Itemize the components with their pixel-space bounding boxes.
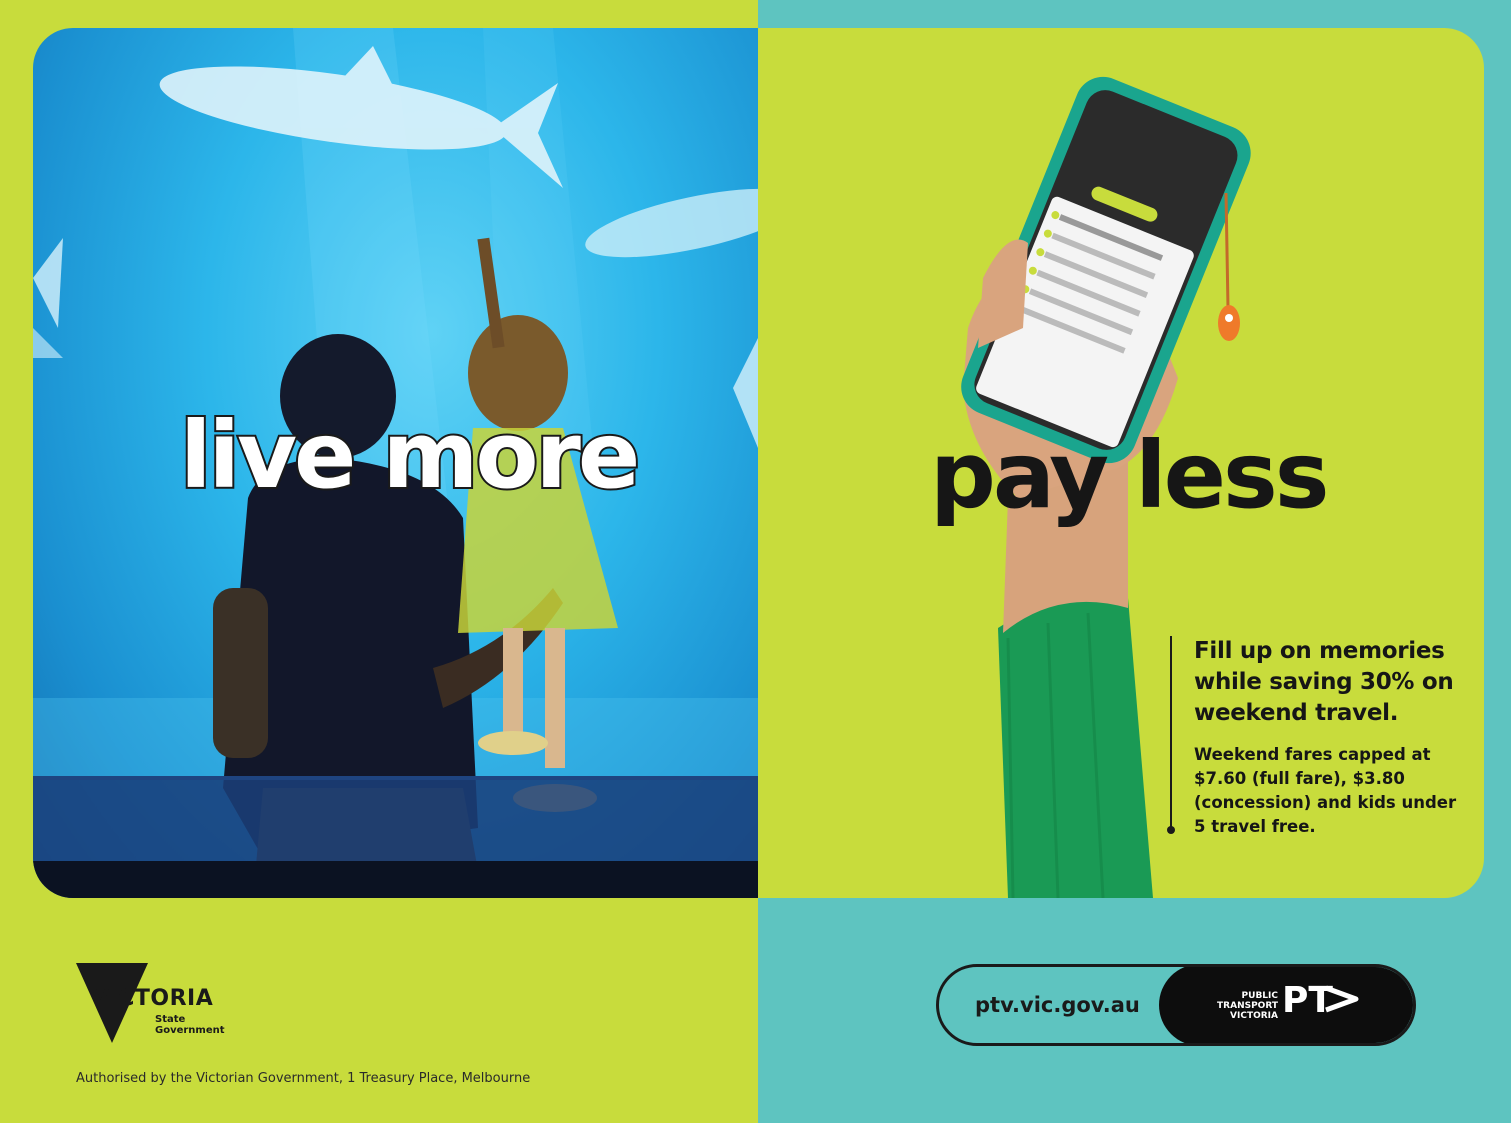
offer-body: Weekend fares capped at $7.60 (full fare… bbox=[1194, 745, 1457, 836]
offer-text-block: Fill up on memories while saving 30% on … bbox=[1170, 636, 1470, 836]
authorisation-statement: Authorised by the Victorian Government, … bbox=[76, 1071, 531, 1086]
fish-right bbox=[585, 188, 758, 258]
victoria-wordmark: VICTORIA bbox=[92, 986, 214, 1011]
headline-pay-less: pay less bbox=[930, 422, 1330, 529]
victoria-subtitle-line2: Government bbox=[155, 1025, 225, 1036]
headline-live-more: live more bbox=[178, 402, 642, 509]
victoria-subtitle: State Government bbox=[155, 1014, 225, 1036]
ptv-arrow-icon bbox=[1325, 985, 1359, 1013]
ptv-logo-line2: TRANSPORT bbox=[1217, 1001, 1278, 1011]
offer-heading: Fill up on memories while saving 30% on … bbox=[1194, 638, 1454, 726]
ptv-logo-line1: PUBLIC bbox=[1241, 991, 1278, 1001]
ptv-url[interactable]: ptv.vic.gov.au bbox=[975, 967, 1140, 1043]
victoria-subtitle-line1: State bbox=[155, 1014, 186, 1025]
offer-rule-dot bbox=[1167, 826, 1175, 834]
ptv-logo-text: PUBLIC TRANSPORT VICTORIA bbox=[1206, 991, 1278, 1021]
ptv-logo-line3: VICTORIA bbox=[1230, 1011, 1278, 1021]
